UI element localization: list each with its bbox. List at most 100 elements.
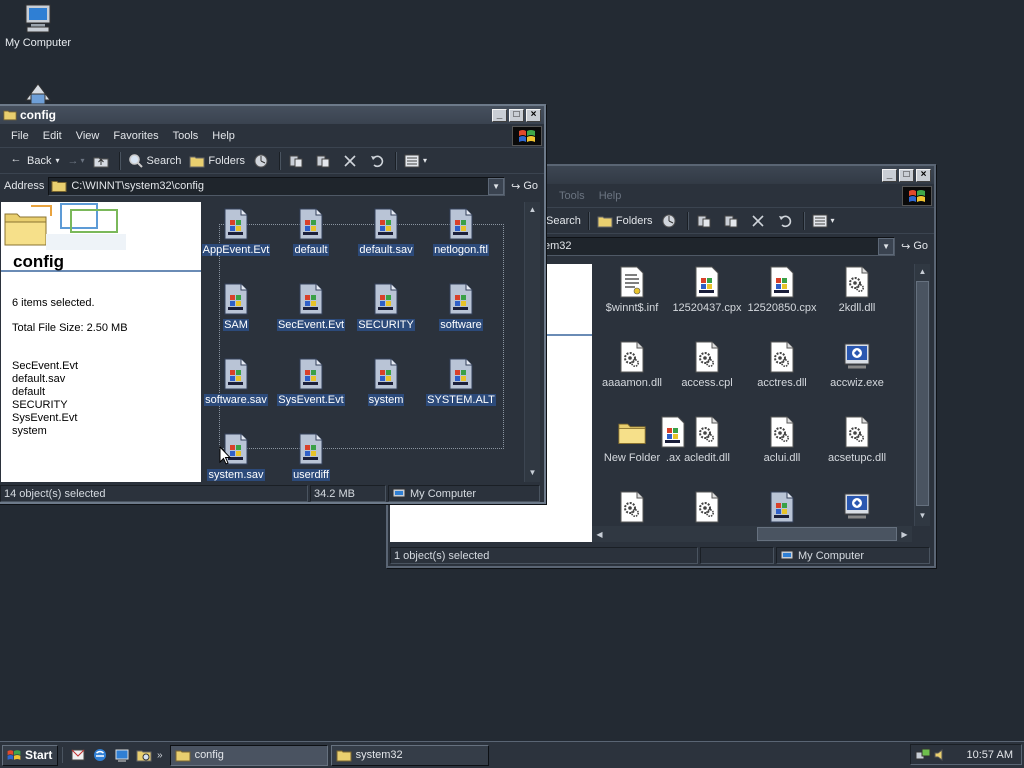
file-item[interactable]: software	[423, 283, 499, 331]
file-item[interactable]: netlogon.ftl	[423, 208, 499, 256]
move-to-button[interactable]	[692, 211, 719, 231]
internet-explorer-icon[interactable]	[92, 747, 108, 763]
folders-button[interactable]: Folders	[593, 211, 657, 231]
file-item[interactable]: acsetupc.dll	[819, 416, 895, 464]
start-button[interactable]: Start	[2, 744, 58, 766]
scroll-thumb-h[interactable]	[757, 527, 897, 541]
scroll-up-arrow[interactable]: ▲	[915, 264, 930, 279]
desktop-icon[interactable]	[114, 747, 130, 763]
file-item[interactable]: default.sav	[348, 208, 424, 256]
menu-help[interactable]: Help	[592, 190, 629, 202]
file-item[interactable]: default	[273, 208, 349, 256]
task-system32[interactable]: system32	[330, 744, 489, 766]
go-button[interactable]: ↪ Go	[895, 240, 934, 253]
up-button[interactable]	[89, 151, 116, 171]
delete-button[interactable]	[338, 151, 365, 171]
file-item[interactable]: 2kdll.dll	[819, 266, 895, 314]
maximize-button[interactable]: □	[899, 168, 914, 182]
back-arrow-icon: ←	[10, 152, 22, 165]
vertical-scrollbar[interactable]: ▲ ▼	[524, 202, 540, 482]
menu-help[interactable]: Help	[205, 130, 242, 142]
go-button[interactable]: ↪ Go	[505, 180, 544, 193]
file-item[interactable]: SYSTEM.ALT	[423, 358, 499, 406]
network-tray-icon[interactable]	[915, 748, 931, 762]
scroll-down-arrow[interactable]: ▼	[915, 508, 930, 523]
file-item[interactable]	[744, 491, 820, 526]
file-item[interactable]: userdiff	[273, 433, 349, 481]
scroll-track[interactable]	[525, 217, 540, 465]
address-input[interactable]: C:\WINNT\system32\config ▼	[48, 176, 506, 196]
address-dropdown[interactable]: ▼	[878, 237, 895, 255]
folders-button[interactable]: Folders	[185, 151, 249, 171]
window-config[interactable]: config _ □ × File Edit View Favorites To…	[0, 104, 546, 504]
desktop-icon-my-computer[interactable]: My Computer	[0, 2, 76, 49]
volume-tray-icon[interactable]	[933, 748, 949, 762]
views-button[interactable]: ▾	[400, 151, 431, 171]
back-button[interactable]: ← Back ▾	[4, 151, 63, 171]
delete-button[interactable]	[746, 211, 773, 231]
file-item[interactable]: SysEvent.Evt	[273, 358, 349, 406]
vertical-scrollbar[interactable]: ▲ ▼	[914, 264, 930, 526]
search-button[interactable]: Search	[542, 211, 585, 231]
file-item[interactable]: system.sav	[201, 433, 274, 481]
menu-tools[interactable]: Tools	[552, 190, 592, 202]
history-button[interactable]	[657, 211, 684, 231]
copy-to-button[interactable]	[311, 151, 338, 171]
horizontal-scrollbar[interactable]: ◀ ▶	[592, 526, 912, 542]
file-item[interactable]: acctres.dll	[744, 341, 820, 389]
menu-edit[interactable]: Edit	[36, 130, 69, 142]
file-item[interactable]: acledit.dll	[669, 416, 745, 464]
outlook-icon[interactable]	[70, 747, 86, 763]
file-item[interactable]	[669, 491, 745, 526]
file-item[interactable]: aaaamon.dll	[594, 341, 670, 389]
file-item[interactable]: SAM	[201, 283, 274, 331]
forward-button[interactable]: → ▾	[63, 151, 88, 171]
file-item[interactable]: access.cpl	[669, 341, 745, 389]
scroll-left-arrow[interactable]: ◀	[592, 527, 607, 542]
more-chevron-icon[interactable]: »	[157, 750, 163, 761]
desktop-icon-label: My Computer	[4, 37, 72, 49]
file-item[interactable]	[594, 491, 670, 526]
file-item[interactable]: software.sav	[201, 358, 274, 406]
minimize-button[interactable]: _	[882, 168, 897, 182]
close-button[interactable]: ×	[526, 108, 541, 122]
close-button[interactable]: ×	[916, 168, 931, 182]
move-to-button[interactable]	[284, 151, 311, 171]
copy-to-button[interactable]	[719, 211, 746, 231]
scroll-up-arrow[interactable]: ▲	[525, 202, 540, 217]
file-item[interactable]	[819, 491, 895, 526]
file-item[interactable]: system	[348, 358, 424, 406]
file-item[interactable]: SECURITY	[348, 283, 424, 331]
file-item[interactable]: Com	[894, 266, 912, 314]
computer-icon	[25, 4, 51, 33]
scroll-down-arrow[interactable]: ▼	[525, 465, 540, 480]
windows-flag-icon	[6, 748, 22, 762]
scroll-right-arrow[interactable]: ▶	[897, 527, 912, 542]
views-button[interactable]: ▾	[808, 211, 839, 231]
menu-tools[interactable]: Tools	[166, 130, 206, 142]
file-label: userdiff	[292, 469, 330, 481]
window-titlebar[interactable]: config _ □ ×	[0, 106, 544, 124]
maximize-button[interactable]: □	[509, 108, 524, 122]
minimize-button[interactable]: _	[492, 108, 507, 122]
file-item[interactable]: AppEvent.Evt	[201, 208, 274, 256]
menu-view[interactable]: View	[69, 130, 107, 142]
scroll-thumb[interactable]	[916, 281, 929, 506]
undo-button[interactable]	[365, 151, 392, 171]
menu-file[interactable]: File	[4, 130, 36, 142]
file-item[interactable]: 12520437.cpx	[669, 266, 745, 314]
file-item[interactable]: 12520850.cpx	[744, 266, 820, 314]
undo-button[interactable]	[773, 211, 800, 231]
file-item[interactable]: aclui.dll	[744, 416, 820, 464]
explorer-icon[interactable]	[136, 747, 152, 763]
file-item[interactable]: $winnt$.inf	[594, 266, 670, 314]
search-button[interactable]: Search	[124, 151, 186, 171]
address-dropdown[interactable]: ▼	[488, 177, 505, 195]
back-dropdown-icon[interactable]: ▾	[55, 156, 59, 165]
task-config[interactable]: config	[169, 744, 328, 766]
quick-launch: »	[62, 747, 167, 763]
file-item[interactable]: SecEvent.Evt	[273, 283, 349, 331]
file-item[interactable]: accwiz.exe	[819, 341, 895, 389]
menu-favorites[interactable]: Favorites	[106, 130, 165, 142]
history-button[interactable]	[249, 151, 276, 171]
